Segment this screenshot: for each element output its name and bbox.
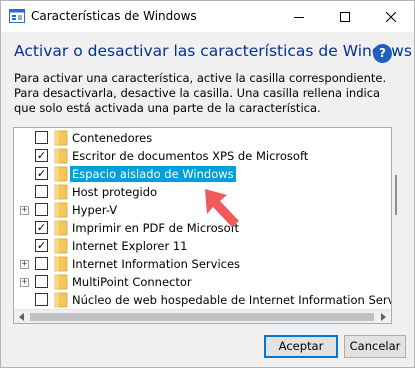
folder-icon	[54, 166, 68, 182]
folder-icon	[54, 292, 68, 308]
feature-checkbox[interactable]: ✓	[35, 239, 48, 252]
help-icon[interactable]: ?	[373, 44, 392, 63]
feature-row[interactable]: ✓ Escritor de documentos XPS de Microsoft	[14, 147, 391, 165]
cancel-button[interactable]: Cancelar	[344, 335, 406, 358]
feature-label: MultiPoint Connector	[72, 275, 192, 289]
folder-icon	[54, 238, 68, 254]
feature-checkbox[interactable]	[35, 275, 48, 288]
maximize-button[interactable]	[322, 1, 368, 32]
feature-checkbox[interactable]	[35, 203, 48, 216]
folder-icon	[54, 220, 68, 236]
expand-plus-icon[interactable]: +	[20, 260, 29, 269]
feature-checkbox[interactable]	[35, 131, 48, 144]
title-bar[interactable]: Características de Windows	[1, 1, 414, 32]
feature-row[interactable]: Núcleo de web hospedable de Internet Inf…	[14, 291, 391, 309]
vertical-scroll-thumb[interactable]	[395, 175, 397, 215]
pointer-arrow-icon	[205, 189, 239, 227]
minimize-button[interactable]	[276, 1, 322, 32]
feature-row[interactable]: + MultiPoint Connector	[14, 273, 391, 291]
feature-row[interactable]: Contenedores	[14, 129, 391, 147]
dialog-heading: Activar o desactivar las características…	[14, 42, 412, 60]
feature-checkbox[interactable]	[35, 293, 48, 306]
folder-icon	[54, 148, 68, 164]
scroll-left-icon[interactable]	[17, 312, 27, 322]
folder-icon	[54, 256, 68, 272]
horizontal-scroll-thumb[interactable]	[30, 313, 374, 321]
expand-plus-icon[interactable]: +	[20, 278, 29, 287]
feature-checkbox[interactable]	[35, 185, 48, 198]
feature-label: Host protegido	[72, 185, 158, 199]
folder-icon	[54, 274, 68, 290]
feature-checkbox[interactable]: ✓	[35, 221, 48, 234]
feature-label: Contenedores	[72, 131, 153, 145]
features-dialog: Características de Windows Activar o des…	[0, 0, 415, 368]
minimize-icon	[294, 16, 304, 18]
window-title: Características de Windows	[31, 9, 197, 23]
close-button[interactable]	[368, 1, 414, 32]
feature-label: Núcleo de web hospedable de Internet Inf…	[72, 293, 392, 307]
folder-icon	[54, 202, 68, 218]
feature-row[interactable]: ✓ Espacio aislado de Windows	[14, 165, 391, 183]
expand-plus-icon[interactable]: +	[20, 206, 29, 215]
scroll-right-icon[interactable]	[378, 312, 388, 322]
folder-icon	[54, 130, 68, 146]
dialog-description: Para activar una característica, active …	[14, 71, 387, 115]
accept-button[interactable]: Aceptar	[264, 335, 338, 358]
feature-row[interactable]: + Internet Information Services	[14, 255, 391, 273]
maximize-icon	[340, 11, 350, 22]
feature-label: Espacio aislado de Windows	[70, 166, 236, 182]
feature-checkbox[interactable]	[35, 257, 48, 270]
feature-label: Internet Information Services	[72, 257, 241, 271]
windows-features-icon	[9, 9, 25, 23]
feature-label: Internet Explorer 11	[72, 239, 188, 253]
feature-label: Hyper-V	[72, 203, 118, 217]
folder-icon	[54, 184, 68, 200]
close-icon	[386, 11, 396, 22]
feature-checkbox[interactable]: ✓	[35, 167, 48, 180]
feature-checkbox[interactable]: ✓	[35, 149, 48, 162]
horizontal-scrollbar[interactable]	[14, 309, 391, 323]
feature-row[interactable]: ✓ Internet Explorer 11	[14, 237, 391, 255]
feature-label: Escritor de documentos XPS de Microsoft	[72, 149, 309, 163]
